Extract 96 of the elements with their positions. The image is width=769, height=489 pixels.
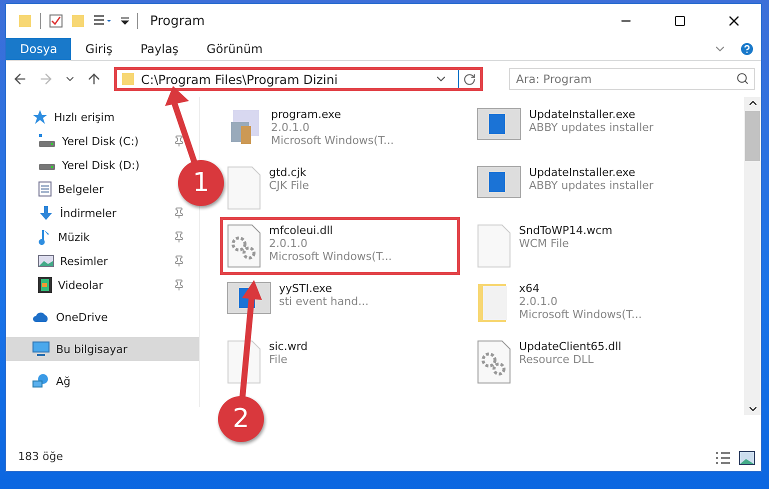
view-menu-icon [93, 14, 113, 28]
nav-label: Ağ [56, 374, 71, 388]
ribbon-tab[interactable]: Dosya [6, 38, 72, 60]
help-icon[interactable] [739, 41, 755, 57]
search-icon [736, 72, 749, 85]
new-folder-icon [71, 14, 85, 28]
up-button[interactable] [86, 71, 102, 87]
file-name: sic.wrd [269, 340, 308, 353]
nav-label: Müzik [58, 230, 91, 244]
file-name: UpdateInstaller.exe [529, 108, 636, 121]
file-name: yySTI.exe [279, 282, 333, 295]
file-tile[interactable]: program.exe 2.0.1.0 Microsoft Windows(T... [220, 101, 460, 159]
details-view-icon[interactable] [715, 451, 731, 465]
file-tile[interactable]: x64 2.0.1.0 Microsoft Windows(T... [470, 275, 710, 333]
nav-label: Yerel Disk (C:) [62, 134, 140, 148]
dropdown-icon [121, 17, 129, 25]
file-tile[interactable]: UpdateClient65.dll Resource DLL [470, 333, 710, 391]
installer-window-icon [477, 108, 521, 140]
cloud-icon [32, 311, 50, 323]
nav-item[interactable]: OneDrive [6, 305, 114, 329]
nav-item[interactable]: Müzik [6, 225, 199, 249]
file-name: UpdateClient65.dll [519, 340, 622, 353]
file-detail: File [269, 353, 288, 366]
nav-label: OneDrive [56, 310, 108, 324]
nav-item[interactable]: Yerel Disk (D:) [6, 153, 146, 177]
star-icon [32, 109, 48, 125]
folder-icon [18, 14, 32, 28]
nav-item[interactable]: Videolar [6, 273, 199, 297]
address-bar[interactable]: C:\Program Files\Program Dizini [114, 67, 483, 91]
ribbon-tab[interactable]: Görünüm [192, 38, 277, 60]
computer-icon [32, 341, 50, 357]
file-name: gtd.cjk [269, 166, 308, 179]
picture-icon [38, 254, 54, 268]
nav-label: Resimler [60, 254, 109, 268]
nav-item[interactable]: Belgeler [6, 177, 110, 201]
network-icon [32, 373, 50, 389]
search-field[interactable]: Ara: Program [509, 68, 755, 90]
file-tile[interactable]: mfcoleui.dll 2.0.1.0 Microsoft Windows(T... [220, 217, 460, 275]
file-detail: WCM File [519, 237, 570, 250]
file-detail: CJK File [269, 179, 310, 192]
file-detail: ABBY updates installer [529, 121, 654, 134]
nav-label: Hızlı erişim [54, 110, 115, 124]
blank-file-icon [227, 166, 261, 210]
download-icon [38, 205, 54, 221]
address-path: C:\Program Files\Program Dizini [141, 72, 339, 86]
installer-window-icon [477, 166, 521, 198]
file-detail: sti event hand... [279, 295, 369, 308]
back-button[interactable] [12, 71, 28, 87]
item-count: 183 öğe [18, 450, 63, 462]
film-icon [38, 277, 52, 293]
window-title: Program [150, 14, 205, 28]
file-tile[interactable]: SndToWP14.wcm WCM File [470, 217, 710, 275]
gear-file-icon [227, 224, 261, 268]
maximize-icon [674, 15, 686, 27]
refresh-icon[interactable] [463, 72, 476, 86]
file-detail: ABBY updates installer [529, 179, 654, 192]
nav-item[interactable]: Resimler [6, 249, 199, 273]
file-name: SndToWP14.wcm [519, 224, 612, 237]
file-detail: Resource DLL [519, 353, 595, 366]
nav-label: Bu bilgisayar [56, 342, 128, 356]
scroll-thumb[interactable] [745, 111, 760, 161]
file-detail: Microsoft Windows(T... [519, 308, 642, 321]
nav-item[interactable]: Bu bilgisayar [6, 337, 199, 361]
nav-label: İndirmeler [60, 206, 118, 220]
ribbon-tab[interactable]: Giriş [71, 38, 126, 60]
folder-icon [121, 72, 135, 86]
file-detail: 2.0.1.0 [269, 237, 308, 250]
nav-label: Videolar [58, 278, 104, 292]
scrollbar[interactable] [744, 97, 761, 415]
file-name: program.exe [271, 108, 342, 121]
file-name: UpdateInstaller.exe [529, 166, 636, 179]
file-tile[interactable]: UpdateInstaller.exe ABBY updates installer [470, 159, 710, 217]
gear-file-icon [477, 340, 511, 384]
step-number-badge: 1 [178, 160, 224, 206]
music-note-icon [38, 229, 52, 245]
nav-item[interactable]: Hızlı erişim [6, 105, 121, 129]
file-name: mfcoleui.dll [269, 224, 334, 237]
file-detail: 2.0.1.0 [271, 121, 310, 134]
nav-label: Yerel Disk (D:) [62, 158, 140, 172]
file-detail: Microsoft Windows(T... [271, 134, 394, 147]
step-number-badge: 2 [218, 396, 264, 442]
document-icon [38, 181, 52, 197]
file-tile[interactable]: UpdateInstaller.exe ABBY updates installer [470, 101, 710, 159]
file-name: x64 [519, 282, 541, 295]
blank-file-icon [477, 224, 511, 268]
properties-icon [49, 14, 63, 28]
file-detail: Microsoft Windows(T... [269, 250, 392, 263]
drive-icon [38, 134, 56, 148]
nav-label: Belgeler [58, 182, 104, 196]
ribbon-tab[interactable]: Paylaş [126, 38, 193, 60]
file-tile[interactable]: sic.wrd File [220, 333, 460, 391]
drive-icon [39, 164, 55, 170]
nav-item[interactable]: Yerel Disk (C:) [6, 129, 199, 153]
file-detail: 2.0.1.0 [519, 295, 558, 308]
tiles-view-icon[interactable] [739, 451, 755, 465]
nav-item[interactable]: Ağ [6, 369, 77, 393]
